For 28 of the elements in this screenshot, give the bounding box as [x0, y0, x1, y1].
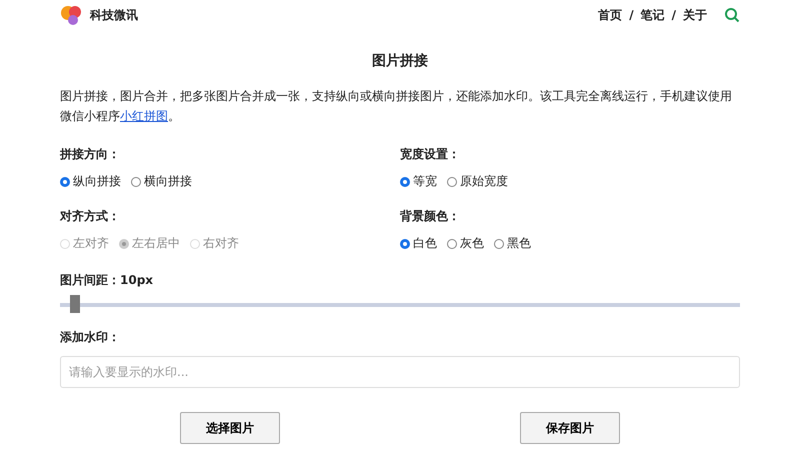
page-title: 图片拼接	[371, 52, 429, 70]
radio-option[interactable]: 原始宽度	[447, 173, 508, 190]
site-name: 科技微讯	[90, 6, 138, 24]
radio-option[interactable]: 纵向拼接	[60, 173, 121, 190]
description: 图片拼接，图片合并，把多张图片合并成一张，支持纵向或横向拼接图片，还能添加水印。该工具完全离线运行，手机建议使用微信小程序小红拼图。	[60, 88, 733, 125]
logo-icon	[60, 4, 84, 26]
option-label: 背景颜色：	[400, 208, 461, 225]
radio-option[interactable]: 等宽	[400, 173, 437, 190]
watermark-input[interactable]: 请输入要显示的水印...	[60, 356, 740, 388]
nav-separator: /	[672, 8, 676, 22]
radio-option[interactable]: 黑色	[494, 235, 531, 252]
option-label: 对齐方式：	[60, 208, 121, 225]
radio-option[interactable]: 横向拼接	[131, 173, 192, 190]
action-button[interactable]: 保存图片	[520, 412, 620, 444]
nav-link[interactable]: 关于	[683, 6, 707, 24]
option-label: 拼接方向：	[60, 146, 121, 163]
slider-thumb[interactable]	[70, 295, 80, 313]
spacing-label: 图片间距：10px	[60, 272, 154, 289]
option-label: 宽度设置：	[400, 146, 461, 163]
mini-program-link[interactable]: 小红拼图	[120, 109, 168, 123]
nav-link[interactable]: 首页	[598, 6, 622, 24]
nav-link[interactable]: 笔记	[640, 6, 665, 24]
radio-option[interactable]: 灰色	[447, 235, 484, 252]
action-button[interactable]: 选择图片	[180, 412, 280, 444]
search-icon[interactable]	[724, 7, 740, 23]
nav-separator: /	[629, 8, 634, 22]
radio-option[interactable]: 白色	[400, 235, 437, 252]
watermark-label: 添加水印：	[60, 329, 121, 346]
